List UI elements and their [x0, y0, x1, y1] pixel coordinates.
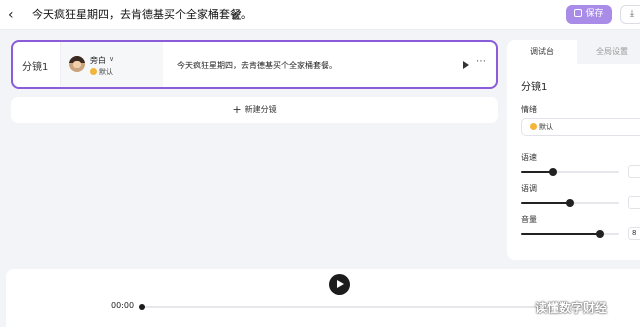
panel-heading: 分镜1 [521, 82, 548, 93]
volume-label: 音量 [521, 215, 537, 224]
save-label: 保存 [585, 9, 604, 19]
play-icon[interactable] [463, 61, 469, 69]
download-icon: ⤓ [630, 9, 634, 19]
top-bar: ‹ 今天疯狂星期四，去肯德基买个全家桶套餐。 保存 ⤓ [0, 0, 640, 30]
pitch-input[interactable] [628, 196, 640, 209]
download-button[interactable]: ⤓ [620, 5, 640, 24]
volume-slider-thumb[interactable] [596, 230, 605, 238]
smile-emoji-icon [90, 68, 97, 75]
pitch-slider-thumb[interactable] [566, 199, 574, 207]
speed-slider-thumb[interactable] [549, 168, 558, 176]
speed-label: 语速 [521, 153, 537, 162]
settings-panel: 调试台 全局设置 分镜1 情绪 默认 语速 语调 音量 8 [507, 40, 640, 260]
watermark: 读懂数字财经 [535, 301, 608, 315]
page-title: 今天疯狂星期四，去肯德基买个全家桶套餐。 [32, 8, 252, 21]
smile-emoji-icon [530, 123, 537, 130]
current-time: 00:00 [111, 301, 135, 310]
play-circle-icon[interactable] [329, 274, 350, 295]
timeline-thumb[interactable] [139, 304, 145, 310]
plus-icon: + [232, 103, 242, 116]
pitch-label: 语调 [521, 184, 537, 193]
tab-debug[interactable]: 调试台 [507, 40, 577, 64]
tab-global-settings[interactable]: 全局设置 [577, 40, 640, 64]
back-icon[interactable]: ‹ [8, 7, 22, 23]
avatar[interactable] [69, 56, 85, 72]
voice-name[interactable]: 旁白 [90, 55, 106, 66]
speed-input[interactable] [628, 165, 640, 178]
new-shot-label: 新建分镜 [244, 105, 277, 114]
new-shot-button[interactable]: + 新建分镜 [11, 97, 498, 123]
voice-mood-label: 默认 [99, 68, 113, 76]
shot-card[interactable]: 分镜1 旁白 ∨ 默认 今天疯狂星期四，去肯德基买个全家桶套餐。 ⋯ [11, 40, 498, 89]
player-bar: 00:00 [6, 269, 640, 327]
timeline-scrubber[interactable] [139, 304, 540, 310]
speed-slider[interactable] [521, 168, 619, 176]
save-button[interactable]: 保存 [566, 5, 612, 24]
pencil-icon[interactable] [231, 8, 243, 20]
more-horizontal-icon[interactable]: ⋯ [476, 56, 487, 67]
shot-label: 分镜1 [22, 62, 49, 73]
volume-input[interactable]: 8 [628, 227, 640, 240]
save-icon [574, 9, 583, 17]
voice-mood: 默认 [90, 67, 113, 77]
chevron-down-icon[interactable]: ∨ [109, 55, 114, 63]
shot-text[interactable]: 今天疯狂星期四，去肯德基买个全家桶套餐。 [177, 60, 337, 71]
pitch-slider-fill [521, 202, 570, 204]
volume-slider-fill [521, 233, 601, 235]
mood-value: 默认 [539, 123, 553, 131]
pitch-slider[interactable] [521, 199, 619, 207]
volume-slider[interactable] [521, 230, 619, 238]
mood-label: 情绪 [521, 105, 537, 114]
mood-select[interactable]: 默认 [521, 118, 640, 136]
